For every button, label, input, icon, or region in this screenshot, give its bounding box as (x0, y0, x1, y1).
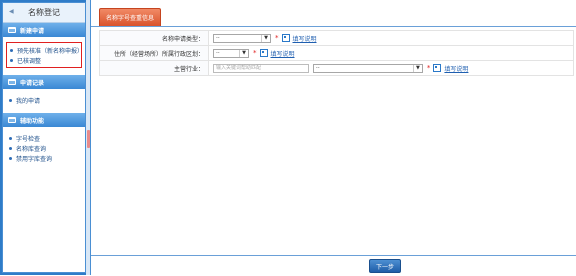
select-value: -- (315, 64, 320, 71)
sidebar-item-name-check[interactable]: 字号检查 (3, 133, 85, 143)
help-link[interactable]: 填写说明 (259, 49, 295, 58)
tab-label: 名称字号查重信息 (106, 15, 155, 22)
sidebar-title: 名称登记 (28, 8, 60, 17)
app-window: ◀ 名称登记 新建申请 预先核准（新名称申报） 已核调整 申请记录 我的申请 辅… (0, 0, 576, 276)
help-link-label: 填写说明 (292, 35, 317, 43)
bullet-icon (9, 136, 12, 140)
help-icon (433, 64, 442, 72)
industry-select[interactable]: -- ▼ (312, 63, 423, 73)
section-label: 辅助功能 (20, 117, 45, 125)
highlight-box: 预先核准（新名称申报） 已核调整 (6, 42, 84, 68)
sidebar-item-label: 我的申请 (16, 97, 41, 105)
help-link[interactable]: 填写说明 (281, 34, 317, 43)
section-tools[interactable]: 辅助功能 (3, 113, 85, 127)
main-content: 名称字号查重信息 名称申请类型： -- ▼ * 填写说明 住所（经营场所）所属行政… (90, 0, 576, 276)
required-mark: * (253, 49, 257, 57)
collapse-arrow-icon[interactable]: ◀ (9, 9, 15, 15)
bottom-bar: 下一步 (91, 255, 576, 276)
section-label: 申请记录 (20, 79, 45, 87)
sidebar-item-label: 已核调整 (17, 57, 42, 65)
sidebar-item-forbidden-words[interactable]: 禁用字库查询 (3, 153, 85, 163)
sidebar: ◀ 名称登记 新建申请 预先核准（新名称申报） 已核调整 申请记录 我的申请 辅… (2, 2, 86, 273)
chevron-down-icon: ▼ (239, 49, 248, 57)
sidebar-item-label: 名称库查询 (16, 145, 47, 153)
sidebar-item-label: 预先核准（新名称申报） (17, 47, 84, 55)
bullet-icon (10, 58, 13, 62)
bullet-icon (9, 156, 12, 160)
required-mark: * (275, 34, 279, 42)
sidebar-item-pre-approval[interactable]: 预先核准（新名称申报） (7, 45, 84, 55)
field-label: 住所（经营场所）所属行政区划： (99, 45, 209, 61)
form-row-type: 名称申请类型： -- ▼ * 填写说明 (99, 30, 574, 46)
bullet-icon (10, 48, 13, 52)
help-link[interactable]: 填写说明 (433, 64, 468, 73)
help-link-label: 填写说明 (444, 65, 469, 73)
chevron-down-icon: ▼ (412, 64, 422, 72)
sidebar-item-label: 禁用字库查询 (16, 155, 53, 163)
select-value: -- (216, 49, 220, 56)
help-link-label: 填写说明 (270, 50, 295, 58)
section-label: 新建申请 (20, 27, 45, 35)
help-icon (281, 34, 290, 42)
form-row-industry: 主营行业： 输入关键词帮助匹配 -- ▼ * 填写说明 (99, 60, 574, 76)
application-type-select[interactable]: -- ▼ (213, 33, 271, 43)
field-label: 主营行业： (99, 60, 209, 76)
folder-icon (8, 117, 16, 123)
section-records[interactable]: 申请记录 (3, 75, 85, 89)
tab-name-check-info[interactable]: 名称字号查重信息 (99, 8, 162, 26)
application-form: 名称申请类型： -- ▼ * 填写说明 住所（经营场所）所属行政区划： -- ▼ … (99, 30, 574, 76)
sidebar-item-label: 字号检查 (16, 135, 41, 143)
next-step-button[interactable]: 下一步 (369, 259, 401, 273)
select-value: -- (216, 34, 220, 41)
industry-keyword-input[interactable]: 输入关键词帮助匹配 (213, 63, 309, 73)
sidebar-item-adjusted[interactable]: 已核调整 (7, 55, 81, 65)
sidebar-header: ◀ 名称登记 (3, 3, 85, 23)
bullet-icon (9, 98, 12, 102)
required-mark: * (426, 64, 431, 72)
region-select[interactable]: -- ▼ (213, 48, 249, 58)
chevron-down-icon: ▼ (261, 34, 270, 42)
tab-bar: 名称字号查重信息 (91, 0, 576, 27)
form-row-region: 住所（经营场所）所属行政区划： -- ▼ * 填写说明 (99, 45, 574, 61)
section-new-application[interactable]: 新建申请 (3, 23, 85, 37)
sidebar-item-my-applications[interactable]: 我的申请 (3, 95, 85, 105)
folder-icon (8, 79, 16, 85)
sidebar-item-name-query[interactable]: 名称库查询 (3, 143, 85, 153)
help-icon (259, 49, 268, 57)
folder-icon (8, 27, 16, 33)
bullet-icon (9, 146, 12, 150)
field-label: 名称申请类型： (99, 30, 209, 46)
